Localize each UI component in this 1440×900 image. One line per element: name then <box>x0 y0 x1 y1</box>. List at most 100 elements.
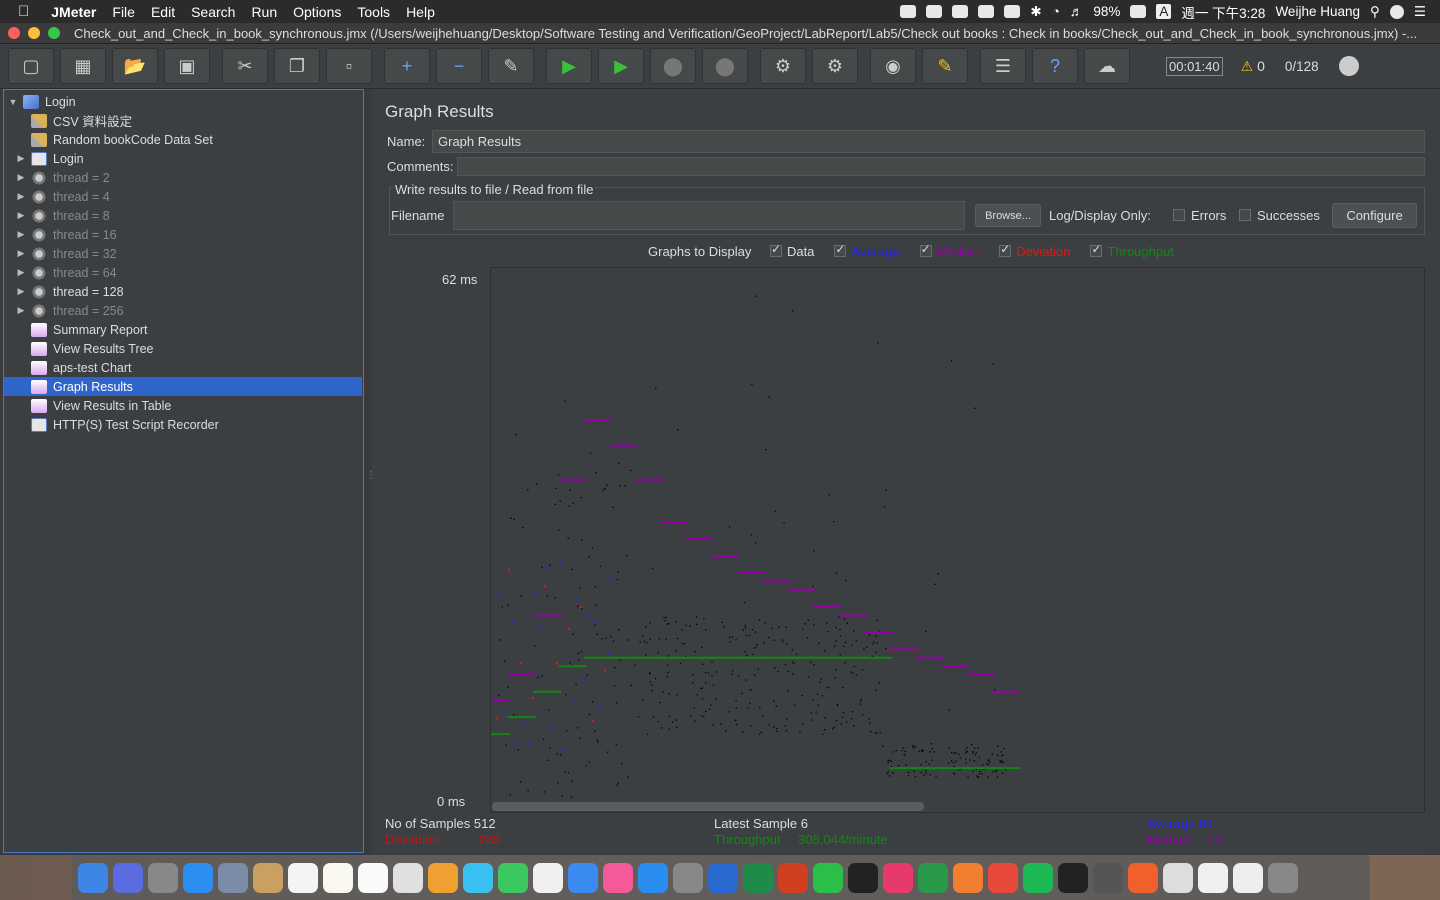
new-icon[interactable]: ▢ <box>8 48 54 84</box>
reset-search-icon[interactable]: ✎ <box>922 48 968 84</box>
tree-node[interactable]: ▶ Login <box>4 149 362 168</box>
collapse-icon[interactable]: − <box>436 48 482 84</box>
clock[interactable]: 週一 下午3:28 <box>1181 2 1265 22</box>
dock-app-icon[interactable] <box>288 862 318 893</box>
dock-app-icon[interactable] <box>358 862 388 893</box>
layout-icon[interactable] <box>978 5 995 18</box>
tree-node[interactable]: aps-test Chart <box>4 358 362 377</box>
templates-icon[interactable]: ▦ <box>60 48 106 84</box>
dock-app-icon[interactable] <box>673 862 703 893</box>
successes-checkbox[interactable]: Successes <box>1239 208 1320 223</box>
dock-app-icon[interactable] <box>953 862 983 893</box>
dock-app-icon[interactable] <box>638 862 668 893</box>
clear-all-icon[interactable]: ⚙ <box>812 48 858 84</box>
copy-icon[interactable]: ❐ <box>274 48 320 84</box>
graph-toggle-checkbox[interactable] <box>769 242 782 257</box>
dock-app-icon[interactable] <box>1163 862 1193 893</box>
filename-field[interactable] <box>453 201 965 230</box>
toggle-icon[interactable]: ✎ <box>488 48 534 84</box>
dock-app-icon[interactable] <box>113 862 143 893</box>
tree-node[interactable]: Random bookCode Data Set <box>4 130 362 149</box>
dock-app-icon[interactable] <box>918 862 948 893</box>
tree-node[interactable]: ▶ thread = 4 <box>4 187 362 206</box>
line-icon[interactable] <box>952 5 969 18</box>
start-icon[interactable]: ▶ <box>546 48 592 84</box>
dock-app-icon[interactable] <box>253 862 283 893</box>
tree-node[interactable]: ▶ thread = 2 <box>4 168 362 187</box>
dock-app-icon[interactable] <box>883 862 913 893</box>
dock-app-icon[interactable] <box>708 862 738 893</box>
dock-app-icon[interactable] <box>1128 862 1158 893</box>
browse-button[interactable]: Browse... <box>975 204 1041 227</box>
tree-node[interactable]: ▶ thread = 32 <box>4 244 362 263</box>
tree-node[interactable]: ▶ thread = 8 <box>4 206 362 225</box>
wifi-icon[interactable]: ◔ <box>1052 4 1060 19</box>
expand-icon[interactable]: + <box>384 48 430 84</box>
open-icon[interactable]: 📂 <box>112 48 158 84</box>
tree-node[interactable]: Summary Report <box>4 320 362 339</box>
tree-node[interactable]: ▼ Login <box>4 92 362 111</box>
warning-count[interactable]: ⚠ 0 <box>1241 58 1265 75</box>
dock-app-icon[interactable] <box>603 862 633 893</box>
graph-toggle-checkbox[interactable] <box>999 242 1012 257</box>
expand-toggle-icon[interactable]: ▶ <box>15 248 27 259</box>
dock-app-icon[interactable] <box>393 862 423 893</box>
menu-edit[interactable]: Edit <box>143 4 183 20</box>
docker-icon[interactable] <box>900 5 917 18</box>
menu-options[interactable]: Options <box>285 4 349 20</box>
user-name[interactable]: Weijhe Huang <box>1275 4 1360 19</box>
paste-icon[interactable]: ▫ <box>326 48 372 84</box>
errors-checkbox[interactable]: Errors <box>1173 208 1226 223</box>
cut-icon[interactable]: ✂ <box>222 48 268 84</box>
dock-app-icon[interactable] <box>1268 862 1298 893</box>
expand-toggle-icon[interactable]: ▶ <box>15 267 27 278</box>
dock-app-icon[interactable] <box>148 862 178 893</box>
apple-icon[interactable]:  <box>0 3 43 20</box>
stop-icon[interactable]: ⬤ <box>650 48 696 84</box>
help-icon[interactable]: ? <box>1032 48 1078 84</box>
shield-icon[interactable] <box>1004 5 1021 18</box>
bluetooth-icon[interactable]: ✱ <box>1030 4 1041 20</box>
dock-app-icon[interactable] <box>78 862 108 893</box>
notification-center-icon[interactable]: ☰ <box>1414 4 1426 20</box>
battery-percent[interactable]: 98% <box>1093 4 1120 19</box>
function-helper-icon[interactable]: ☰ <box>980 48 1026 84</box>
menu-run[interactable]: Run <box>243 4 285 20</box>
minimize-window-button[interactable] <box>28 27 40 39</box>
menu-tools[interactable]: Tools <box>349 4 398 20</box>
dock-app-icon[interactable] <box>498 862 528 893</box>
expand-toggle-icon[interactable]: ▼ <box>7 97 19 107</box>
graph-toggle-average[interactable]: Average <box>834 242 904 259</box>
volume-icon[interactable]: ♬ <box>1070 4 1084 19</box>
siri-icon[interactable] <box>1389 4 1404 19</box>
battery-icon[interactable] <box>1130 5 1147 18</box>
menu-help[interactable]: Help <box>398 4 443 20</box>
graph-toggle-checkbox[interactable] <box>834 242 847 257</box>
horizontal-scrollbar[interactable] <box>492 802 924 811</box>
configure-button[interactable]: Configure <box>1332 203 1417 228</box>
dock-app-icon[interactable] <box>813 862 843 893</box>
dock-app-icon[interactable] <box>463 862 493 893</box>
dock-app-icon[interactable] <box>323 862 353 893</box>
dock-app-icon[interactable] <box>1023 862 1053 893</box>
errors-checkbox-box[interactable] <box>1173 209 1185 221</box>
dock-app-icon[interactable] <box>568 862 598 893</box>
tree-node[interactable]: Graph Results <box>4 377 362 396</box>
tree-node[interactable]: ▶ thread = 16 <box>4 225 362 244</box>
remote-icon[interactable]: ☁ <box>1084 48 1130 84</box>
dock-app-icon[interactable] <box>1058 862 1088 893</box>
dock-app-icon[interactable] <box>428 862 458 893</box>
dock-app-icon[interactable] <box>848 862 878 893</box>
start-no-pause-icon[interactable]: ▶ <box>598 48 644 84</box>
input-source[interactable]: A <box>1156 4 1172 19</box>
graph-toggle-throughput[interactable]: Throughput <box>1090 242 1179 259</box>
tree-node[interactable]: ▶ thread = 128 <box>4 282 362 301</box>
dock-app-icon[interactable] <box>778 862 808 893</box>
dock-app-icon[interactable] <box>1198 862 1228 893</box>
expand-toggle-icon[interactable]: ▶ <box>15 229 27 240</box>
menu-file[interactable]: File <box>104 4 143 20</box>
tree-node[interactable]: CSV 資料設定 <box>4 111 362 130</box>
dock-app-icon[interactable] <box>218 862 248 893</box>
expand-toggle-icon[interactable]: ▶ <box>15 286 27 297</box>
app-menu[interactable]: JMeter <box>43 4 104 20</box>
